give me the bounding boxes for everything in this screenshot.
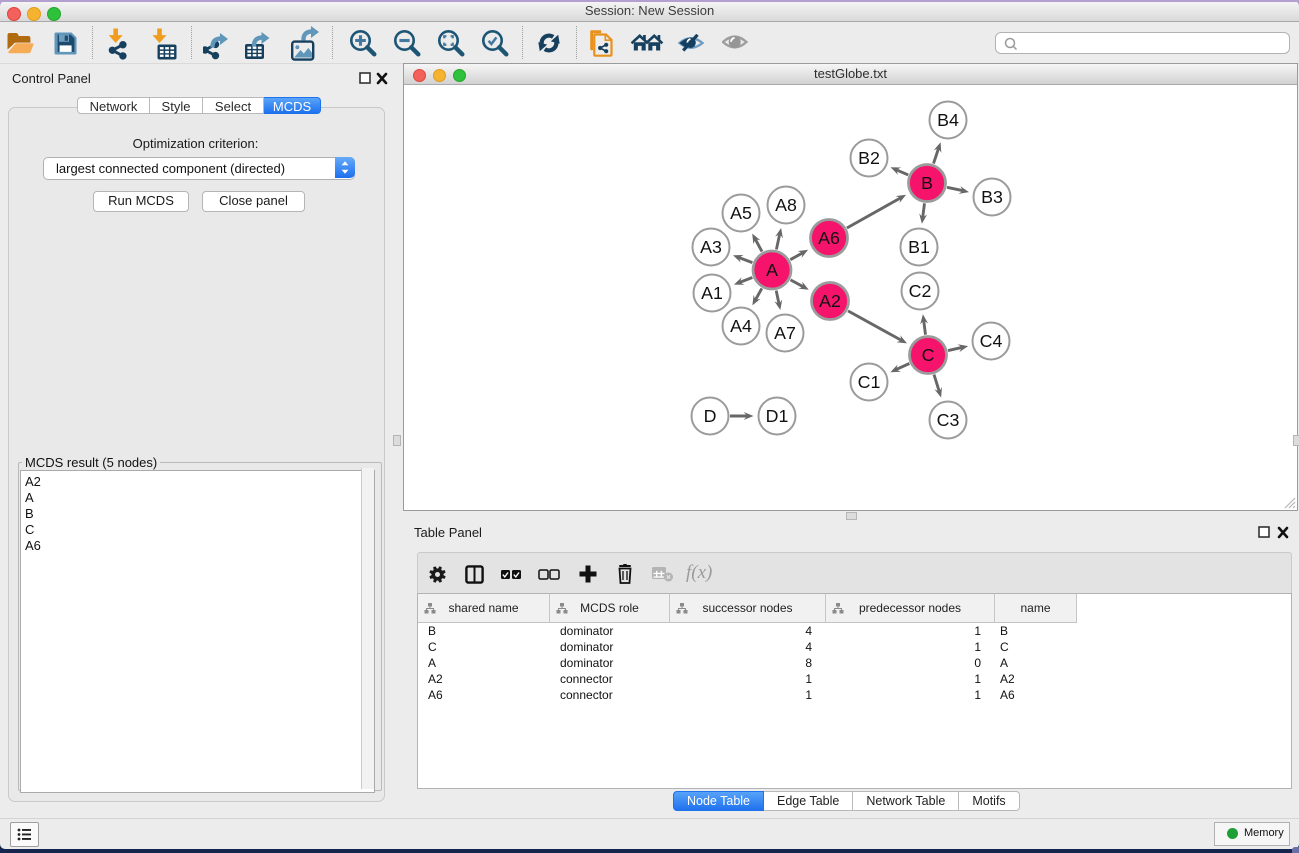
svg-text:B1: B1	[908, 237, 930, 257]
svg-text:C2: C2	[909, 281, 932, 301]
svg-text:C1: C1	[858, 372, 881, 392]
svg-text:B4: B4	[937, 110, 959, 130]
svg-text:A6: A6	[818, 228, 840, 248]
svg-text:B: B	[921, 173, 933, 193]
svg-text:A2: A2	[819, 291, 841, 311]
svg-text:B3: B3	[981, 187, 1003, 207]
svg-text:A1: A1	[701, 283, 723, 303]
svg-text:A3: A3	[700, 237, 722, 257]
svg-text:A4: A4	[730, 316, 752, 336]
svg-text:A: A	[766, 260, 778, 280]
svg-text:C4: C4	[980, 331, 1003, 351]
svg-text:A8: A8	[775, 195, 797, 215]
svg-text:B2: B2	[858, 148, 880, 168]
svg-text:A5: A5	[730, 203, 752, 223]
svg-text:C: C	[922, 345, 935, 365]
svg-text:A7: A7	[774, 323, 796, 343]
svg-text:D1: D1	[766, 406, 789, 426]
svg-text:D: D	[704, 406, 717, 426]
svg-text:C3: C3	[937, 410, 960, 430]
